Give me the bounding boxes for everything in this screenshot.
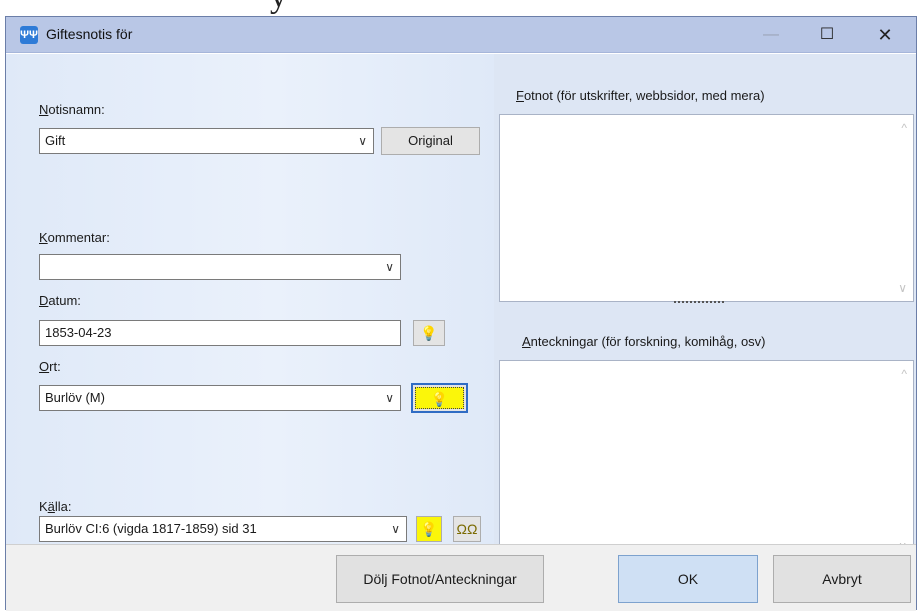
chevron-down-icon: ∨ [385, 260, 394, 274]
notes-panel: Fotnot (för utskrifter, webbsidor, med m… [494, 54, 916, 560]
anteckningar-label: Anteckningar (för forskning, komihåg, os… [522, 334, 766, 349]
kalla-label: Källa: [39, 499, 72, 514]
original-button[interactable]: Original [381, 127, 480, 155]
hide-notes-button[interactable]: Dölj Fotnot/Anteckningar [336, 555, 544, 603]
fact-details-panel: Notisnamn: Gift ∨ Original Kommentar: ∨ … [6, 54, 494, 544]
scroll-up-icon[interactable]: ^ [901, 367, 907, 381]
lightbulb-icon: 💡 [430, 391, 449, 407]
kommentar-label: Kommentar: [39, 230, 110, 245]
title-bar: ΨΨ Giftesnotis för — ☐ ✕ [6, 17, 916, 53]
chevron-down-icon: ∨ [391, 522, 400, 536]
kommentar-combobox[interactable]: ∨ [39, 254, 401, 280]
lightbulb-icon: 💡 [420, 325, 438, 341]
ort-lookup-button[interactable]: 💡 [411, 383, 468, 413]
chevron-down-icon: ∨ [385, 391, 394, 405]
close-button[interactable]: ✕ [862, 17, 908, 53]
double-lightbulb-icon: ΩΩ [456, 521, 478, 537]
notisnamn-label: Notisnamn: [39, 102, 105, 117]
fotnot-label: Fotnot (för utskrifter, webbsidor, med m… [516, 88, 765, 103]
datum-label: Datum: [39, 293, 81, 308]
notisnamn-value: Gift [45, 133, 66, 148]
ort-combobox[interactable]: Burlöv (M) ∨ [39, 385, 401, 411]
lightbulb-icon: 💡 [420, 521, 438, 537]
fotnot-textarea[interactable]: ^ ∨ [499, 114, 914, 302]
giftesnotis-dialog: ΨΨ Giftesnotis för — ☐ ✕ Notisnamn: Gift… [5, 16, 917, 611]
panel-splitter[interactable] [674, 301, 724, 307]
ort-label: Ort: [39, 359, 61, 374]
datum-lookup-button[interactable]: 💡 [413, 320, 445, 346]
kalla-combobox[interactable]: Burlöv CI:6 (vigda 1817-1859) sid 31 ∨ [39, 516, 407, 542]
scroll-up-icon[interactable]: ^ [901, 121, 907, 135]
datum-input[interactable]: 1853-04-23 [39, 320, 401, 346]
anteckningar-textarea[interactable]: ^ ∨ [499, 360, 914, 560]
kalla-lookup-button[interactable]: 💡 [416, 516, 442, 542]
ort-lookup-button-face: 💡 [415, 387, 464, 409]
cancel-button[interactable]: Avbryt [773, 555, 911, 603]
window-title: Giftesnotis för [46, 26, 133, 42]
kalla-value: Burlöv CI:6 (vigda 1817-1859) sid 31 [45, 521, 257, 536]
minimize-button[interactable]: — [748, 17, 794, 53]
scroll-down-icon[interactable]: ∨ [898, 281, 907, 295]
kalla-multi-lookup-button[interactable]: ΩΩ [453, 516, 481, 542]
ort-value: Burlöv (M) [45, 390, 105, 405]
family-tree-icon: ΨΨ [20, 26, 38, 44]
maximize-button[interactable]: ☐ [804, 17, 850, 53]
notisnamn-combobox[interactable]: Gift ∨ [39, 128, 374, 154]
chevron-down-icon: ∨ [358, 134, 367, 148]
dialog-button-bar: Dölj Fotnot/Anteckningar OK Avbryt [6, 544, 916, 611]
ok-button[interactable]: OK [618, 555, 758, 603]
